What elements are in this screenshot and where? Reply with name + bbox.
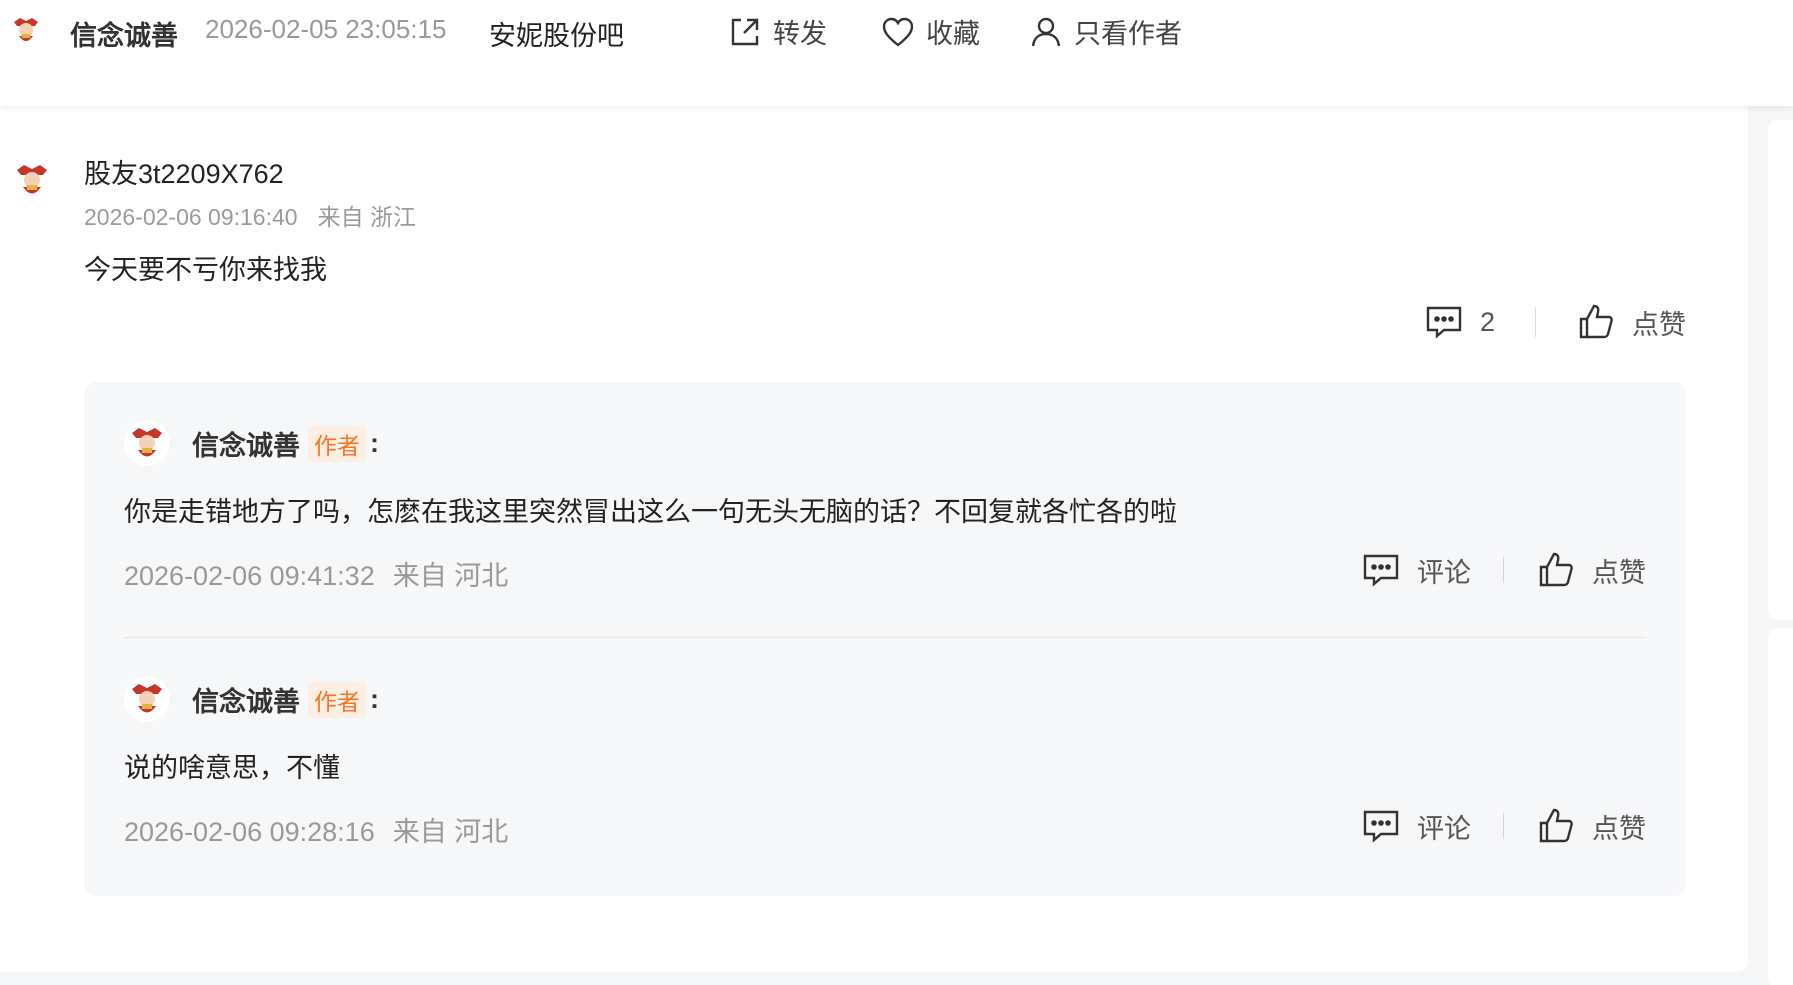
comment-like-button[interactable]: 点赞 [1576, 302, 1686, 342]
reply-colon: : [370, 428, 379, 458]
reply-colon: : [370, 684, 379, 714]
post-time: 2026-02-05 23:05:15 [205, 14, 447, 44]
share-label: 转发 [773, 19, 827, 49]
reply-list: 信念诚善 作者 : 你是走错地方了吗，怎麽在我这里突然冒出这么一句无头无脑的话？… [84, 382, 1686, 896]
commenter-avatar[interactable] [10, 158, 54, 202]
only-author-label: 只看作者 [1074, 19, 1182, 49]
author-badge: 作者 [308, 425, 366, 462]
comment-actions: 2 点赞 [1424, 302, 1686, 342]
reply-text: 你是走错地方了吗，怎麽在我这里突然冒出这么一句无头无脑的话？不回复就各忙各的啦 [124, 497, 1177, 527]
comment-time: 2026-02-06 09:16:40 [84, 204, 298, 230]
thumbs-up-icon [1539, 808, 1573, 843]
author-badge: 作者 [308, 681, 366, 718]
comment-icon [1363, 554, 1399, 587]
action-divider [1503, 813, 1504, 839]
action-divider [1535, 307, 1536, 337]
reply-item: 信念诚善 作者 : 说的啥意思，不懂 2026-02-06 09:28:16 来自… [124, 676, 1646, 876]
reply-header: 信念诚善 作者 : [192, 680, 379, 719]
sidebar-card [1768, 120, 1793, 620]
like-label: 点赞 [1632, 309, 1686, 340]
reply-meta: 2026-02-06 09:41:32 来自 河北 [124, 554, 508, 593]
thumbs-up-icon [1539, 552, 1573, 587]
commenter-name[interactable]: 股友3t2209X762 [84, 152, 284, 191]
reply-comment-button[interactable]: 评论 [1361, 806, 1471, 846]
reply-time: 2026-02-06 09:28:16 [124, 817, 375, 847]
user-icon [1031, 17, 1061, 46]
post-header-bar: 信念诚善 2026-02-05 23:05:15 安妮股份吧 转发 收藏 只看作… [0, 0, 1793, 106]
reply-header: 信念诚善 作者 : [192, 424, 379, 463]
reply-avatar[interactable] [124, 676, 170, 722]
favorite-label: 收藏 [926, 19, 980, 49]
reply-meta: 2026-02-06 09:28:16 来自 河北 [124, 810, 508, 849]
heart-icon [882, 17, 914, 47]
share-icon [731, 18, 759, 45]
reply-like-label: 点赞 [1592, 813, 1646, 844]
author-name[interactable]: 信念诚善 [70, 14, 178, 53]
reply-comment-label: 评论 [1417, 813, 1471, 844]
comment-icon [1426, 306, 1462, 339]
reply-location: 来自 河北 [392, 817, 509, 847]
reply-like-button[interactable]: 点赞 [1536, 550, 1646, 590]
reply-like-button[interactable]: 点赞 [1536, 806, 1646, 846]
reply-author-name[interactable]: 信念诚善 [192, 680, 300, 719]
bar-link[interactable]: 安妮股份吧 [489, 14, 624, 53]
reply-like-label: 点赞 [1592, 557, 1646, 588]
reply-avatar[interactable] [124, 420, 170, 466]
thumbs-up-icon [1579, 304, 1613, 339]
comment-card: 股友3t2209X762 2026-02-06 09:16:40 来自 浙江 今天… [0, 106, 1748, 972]
reply-location: 来自 河北 [392, 561, 509, 591]
reply-time: 2026-02-06 09:41:32 [124, 561, 375, 591]
reply-comment-button[interactable]: 评论 [1361, 550, 1471, 590]
comment-icon [1363, 810, 1399, 843]
action-divider [1503, 557, 1504, 583]
comment-location: 来自 浙江 [317, 204, 416, 230]
comment-text: 今天要不亏你来找我 [84, 255, 327, 285]
reply-item: 信念诚善 作者 : 你是走错地方了吗，怎麽在我这里突然冒出这么一句无头无脑的话？… [124, 420, 1646, 638]
reply-author-name[interactable]: 信念诚善 [192, 424, 300, 463]
reply-actions: 评论 点赞 [1361, 550, 1646, 590]
author-avatar[interactable] [8, 12, 44, 48]
share-button[interactable]: 转发 [727, 12, 827, 51]
sidebar-card-2 [1768, 628, 1793, 985]
reply-count: 2 [1479, 306, 1495, 337]
comment-meta: 2026-02-06 09:16:40 来自 浙江 [84, 198, 416, 232]
comment-reply-button[interactable]: 2 [1424, 302, 1495, 342]
reply-text: 说的啥意思，不懂 [124, 753, 340, 783]
reply-actions: 评论 点赞 [1361, 806, 1646, 846]
favorite-button[interactable]: 收藏 [880, 12, 980, 51]
reply-comment-label: 评论 [1417, 557, 1471, 588]
only-author-button[interactable]: 只看作者 [1028, 12, 1182, 51]
